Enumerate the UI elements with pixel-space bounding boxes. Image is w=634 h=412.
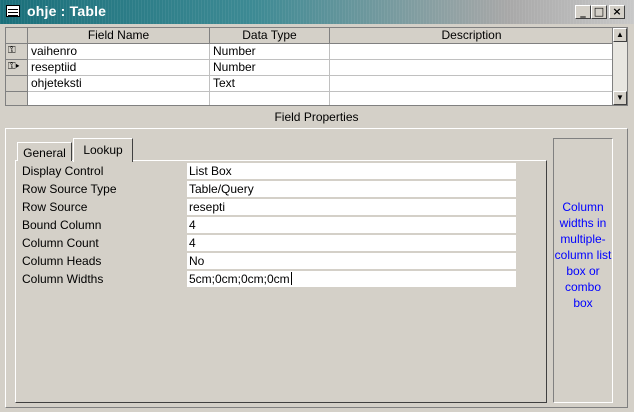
property-value-field[interactable]: 5cm;0cm;0cm;0cm xyxy=(187,271,516,288)
close-button[interactable]: × xyxy=(609,5,625,19)
row-selector[interactable] xyxy=(6,92,28,105)
cell-description[interactable] xyxy=(330,60,614,76)
help-box: Column widths in multiple-column list bo… xyxy=(553,138,613,403)
scroll-up-arrow-icon[interactable]: ▲ xyxy=(613,28,627,42)
property-label: Column Heads xyxy=(22,254,102,268)
property-label: Column Count xyxy=(22,236,99,250)
cell-data-type[interactable]: Number xyxy=(210,60,330,76)
field-grid[interactable]: Field Name Data Type Description ⚿ vaihen… xyxy=(5,27,628,106)
property-label: Bound Column xyxy=(22,218,102,232)
cell-field-name[interactable] xyxy=(28,92,210,105)
tab-lookup[interactable]: Lookup xyxy=(73,138,133,162)
grid-corner xyxy=(6,28,28,44)
property-label: Display Control xyxy=(22,164,104,178)
property-value-text: 5cm;0cm;0cm;0cm xyxy=(189,272,290,286)
row-selector[interactable] xyxy=(6,76,28,92)
property-value-text: resepti xyxy=(189,200,226,214)
column-header-data-type[interactable]: Data Type xyxy=(210,28,330,44)
cell-data-type[interactable] xyxy=(210,92,330,105)
minimize-button[interactable]: _ xyxy=(575,5,591,19)
text-cursor xyxy=(290,272,292,285)
property-value-field[interactable]: resepti xyxy=(187,199,516,216)
row-selector[interactable]: ⚿ xyxy=(6,44,28,60)
property-value-field[interactable]: 4 xyxy=(187,217,516,234)
property-value-text: 4 xyxy=(189,218,196,232)
scroll-down-arrow-icon[interactable]: ▼ xyxy=(613,91,627,105)
table-icon[interactable] xyxy=(6,5,20,17)
property-value-field[interactable]: 4 xyxy=(187,235,516,252)
property-label: Column Widths xyxy=(22,272,104,286)
column-header-description[interactable]: Description xyxy=(330,28,614,44)
property-value-field[interactable]: List Box xyxy=(187,163,516,180)
column-header-field-name[interactable]: Field Name xyxy=(28,28,210,44)
window-title: ohje : Table xyxy=(27,3,107,19)
cell-field-name[interactable]: reseptiid xyxy=(28,60,210,76)
help-text: Column widths in multiple-column list bo… xyxy=(554,200,612,310)
property-value-field[interactable]: No xyxy=(187,253,516,270)
vertical-scrollbar[interactable]: ▲ ▼ xyxy=(612,28,627,105)
property-value-text: No xyxy=(189,254,205,268)
property-value-field[interactable]: Table/Query xyxy=(187,181,516,198)
cell-description[interactable] xyxy=(330,92,614,105)
property-value-text: List Box xyxy=(189,164,232,178)
cell-data-type[interactable]: Number xyxy=(210,44,330,60)
property-label: Row Source xyxy=(22,200,88,214)
property-value-text: Table/Query xyxy=(189,182,254,196)
cell-data-type[interactable]: Text xyxy=(210,76,330,92)
tab-general[interactable]: General xyxy=(17,142,72,161)
cell-description[interactable] xyxy=(330,44,614,60)
row-selector[interactable]: ⚿▸ xyxy=(6,60,28,76)
cell-field-name[interactable]: ohjeteksti xyxy=(28,76,210,92)
restore-button[interactable]: □ xyxy=(591,5,607,19)
property-value-text: 4 xyxy=(189,236,196,250)
cell-field-name[interactable]: vaihenro xyxy=(28,44,210,60)
property-label: Row Source Type xyxy=(22,182,117,196)
cell-description[interactable] xyxy=(330,76,614,92)
field-properties-title: Field Properties xyxy=(274,110,359,124)
